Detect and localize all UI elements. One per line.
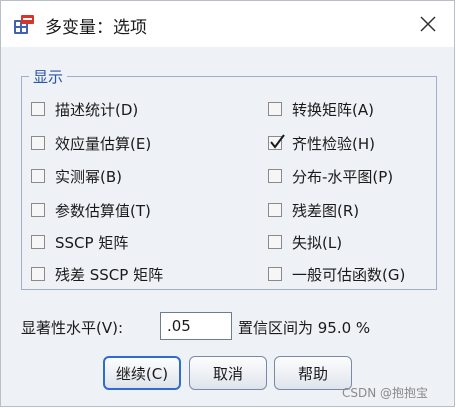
checkbox-label: 残差图(R) (292, 201, 360, 220)
checkbox-label: 分布-水平图(P) (292, 167, 394, 186)
significance-label: 显著性水平(V): (21, 319, 124, 337)
checkbox-label: 残差 SSCP 矩阵 (55, 265, 164, 284)
checkbox-transform-matrix[interactable]: 转换矩阵(A) (268, 97, 374, 121)
checkbox-box[interactable] (268, 267, 282, 281)
checkbox-general-estimable[interactable]: 一般可估函数(G) (268, 262, 405, 286)
checkbox-label: 失拟(L) (292, 233, 343, 252)
continue-button[interactable]: 继续(C) (103, 356, 181, 390)
checkbox-parameter-estimates[interactable]: 参数估算值(T) (31, 198, 151, 222)
watermark: CSDN @抱抱宝 (342, 386, 429, 400)
checkbox-residual-sscp[interactable]: 残差 SSCP 矩阵 (31, 262, 163, 286)
checkbox-label: 效应量估算(E) (55, 134, 152, 153)
close-icon[interactable] (416, 12, 440, 36)
checkbox-label: 参数估算值(T) (55, 201, 151, 220)
checkbox-box[interactable] (31, 203, 45, 217)
help-button[interactable]: 帮助 (274, 356, 352, 390)
checkbox-spread-level-plot[interactable]: 分布-水平图(P) (268, 164, 393, 188)
checkbox-box[interactable] (31, 102, 45, 116)
checkbox-box[interactable] (268, 169, 282, 183)
checkbox-label: SSCP 矩阵 (55, 233, 129, 252)
checkbox-box[interactable] (268, 235, 282, 249)
checkbox-box[interactable] (268, 203, 282, 217)
window-title: 多变量：选项 (45, 18, 147, 38)
checkbox-label: 一般可估函数(G) (292, 265, 406, 284)
app-icon (13, 14, 35, 36)
checkbox-label: 实测幂(B) (55, 167, 122, 186)
checkbox-box[interactable] (268, 102, 282, 116)
significance-input[interactable] (160, 312, 232, 340)
checkbox-label: 转换矩阵(A) (292, 100, 374, 119)
checkbox-label: 描述统计(D) (55, 100, 139, 119)
checkbox-descriptive-stats[interactable]: 描述统计(D) (31, 97, 138, 121)
confidence-interval-text: 置信区间为 95.0 % (238, 319, 371, 337)
display-group-legend: 显示 (29, 66, 68, 87)
checkbox-homogeneity-test[interactable]: 齐性检验(H) (268, 131, 375, 155)
checkbox-residual-plot[interactable]: 残差图(R) (268, 198, 359, 222)
checkmark-icon (270, 134, 285, 149)
checkbox-lack-of-fit[interactable]: 失拟(L) (268, 230, 342, 254)
checkbox-box[interactable] (31, 136, 45, 150)
checkbox-box-checked[interactable] (268, 134, 285, 150)
checkbox-observed-power[interactable]: 实测幂(B) (31, 164, 122, 188)
checkbox-box[interactable] (31, 267, 45, 281)
cancel-button[interactable]: 取消 (189, 356, 267, 390)
title-bar: 多变量：选项 (1, 1, 454, 47)
checkbox-sscp-matrix[interactable]: SSCP 矩阵 (31, 230, 128, 254)
checkbox-label: 齐性检验(H) (292, 134, 375, 153)
checkbox-box[interactable] (31, 235, 45, 249)
checkbox-box[interactable] (31, 169, 45, 183)
checkbox-effect-size[interactable]: 效应量估算(E) (31, 131, 151, 155)
